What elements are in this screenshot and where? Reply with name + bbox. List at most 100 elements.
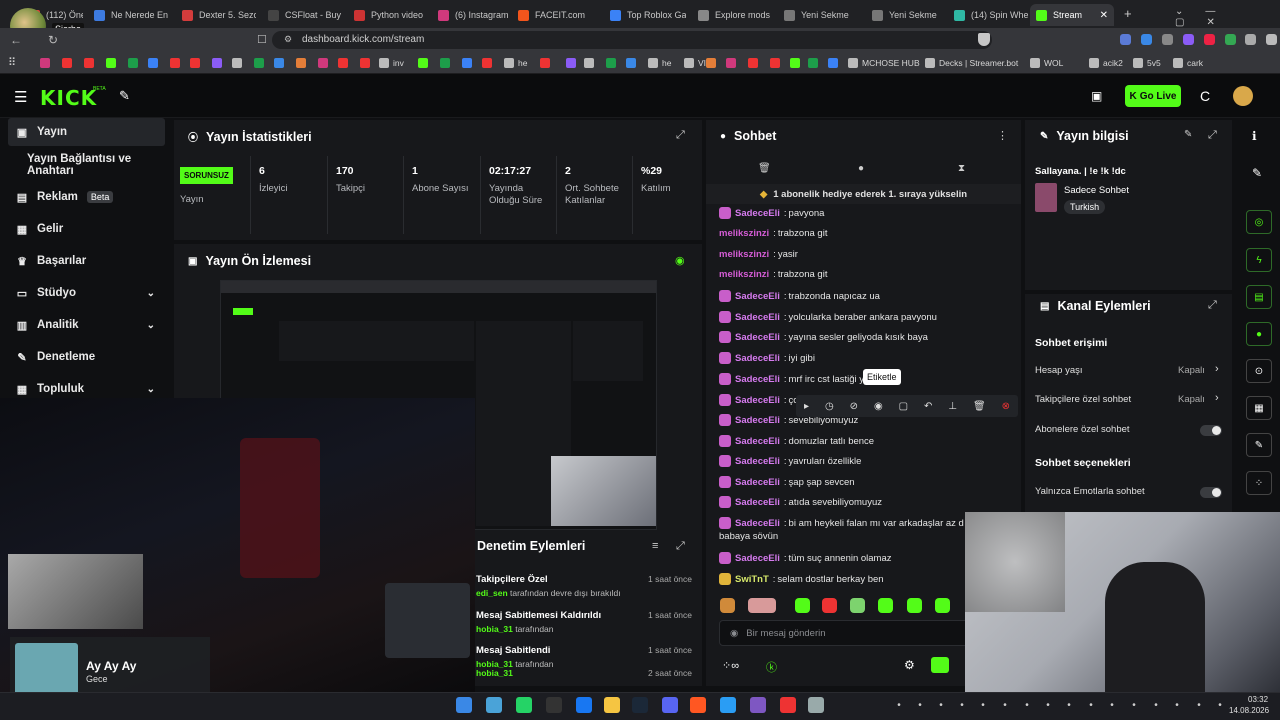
expand-icon[interactable]: ⤢ [676, 129, 685, 142]
go-live-button[interactable]: K Go Live [1125, 85, 1181, 107]
headset-tray-icon[interactable]: • [1063, 699, 1075, 711]
app-tray-icon[interactable]: • [1042, 699, 1054, 711]
bookmark-icon[interactable] [462, 58, 472, 68]
sidebar-item[interactable]: Yayın Bağlantısı ve Anahtarı [8, 151, 180, 179]
extension-icon[interactable] [1204, 34, 1215, 45]
bookmark-item[interactable]: acik2 [1089, 56, 1123, 70]
lightning-icon[interactable]: ϟ [1246, 248, 1272, 272]
network-tray-icon[interactable]: • [1128, 699, 1140, 711]
bookmark-icon[interactable] [706, 58, 716, 68]
chat-message[interactable]: SadeceEli: şap şap sevcen [719, 476, 855, 488]
chat-username[interactable]: SadeceEli [735, 456, 780, 467]
taskbar-app-icon[interactable] [576, 697, 592, 713]
bookmark-icon[interactable] [232, 58, 242, 68]
chat-option-row[interactable]: Yalnızca Emotlarla sohbet [1035, 486, 1145, 497]
taskbar-app-icon[interactable] [456, 697, 472, 713]
menu-icon[interactable]: ☰ [14, 88, 27, 106]
app-tray-icon[interactable]: • [1214, 699, 1226, 711]
browser-tab[interactable]: FACEIT.com [512, 4, 596, 26]
bookmark-icon[interactable] [440, 58, 450, 68]
chevron-right-icon[interactable]: › [1215, 363, 1219, 375]
sidebar-item[interactable]: ▤ Reklam Beta [8, 183, 165, 211]
trash-icon[interactable]: 🗑 [758, 163, 771, 174]
moderator-name[interactable]: hobia_31 [476, 624, 513, 634]
chat-username[interactable]: SwiTnT [735, 574, 769, 585]
close-tab-icon[interactable]: ✕ [1100, 10, 1108, 21]
extension-icon[interactable] [1266, 34, 1277, 45]
browser-tab[interactable]: Dexter 5. Sezo [176, 4, 256, 26]
bookmark-icon[interactable] [318, 58, 328, 68]
site-info-icon[interactable]: ⚙ [284, 34, 292, 45]
chat-username[interactable]: melikszinzi [719, 249, 769, 260]
emote-icon[interactable] [878, 598, 893, 613]
undo-icon[interactable]: ↶ [924, 401, 932, 412]
browser-tab[interactable]: Yeni Sekme [866, 4, 942, 26]
emote-icon[interactable] [795, 598, 810, 613]
pin-message-icon[interactable]: ⊥ [948, 401, 957, 412]
discord-tray-icon[interactable]: • [914, 699, 926, 711]
expand-info-icon[interactable]: ⤢ [1208, 129, 1217, 142]
extension-icon[interactable] [1183, 34, 1194, 45]
chat-username[interactable]: SadeceEli [735, 353, 780, 364]
network-icon[interactable]: ⁘ [1246, 471, 1272, 495]
chat-message[interactable]: SadeceEli: tüm suç annenin olamaz [719, 552, 892, 564]
taskbar-app-icon[interactable] [632, 697, 648, 713]
kick-coin-icon[interactable]: C [1200, 88, 1210, 104]
kick-send-icon[interactable] [931, 657, 949, 673]
sidebar-item[interactable]: ✎ Denetleme [8, 343, 165, 371]
chat-username[interactable]: melikszinzi [719, 269, 769, 280]
chat-username[interactable]: SadeceEli [735, 395, 780, 406]
chat-message[interactable]: SadeceEli: iyi gibi [719, 352, 815, 364]
bookmark-icon[interactable] [274, 58, 284, 68]
mention-icon[interactable]: ◉ [874, 401, 883, 412]
chat-message[interactable]: melikszinzi: yasir [719, 249, 798, 260]
app-tray-icon[interactable]: • [1021, 699, 1033, 711]
bookmark-icon[interactable] [566, 58, 576, 68]
points-icon[interactable]: ⁘∞ [722, 659, 739, 672]
user-avatar[interactable] [1233, 86, 1253, 106]
broadcast-icon[interactable]: ⊙ [1246, 359, 1272, 383]
sidebar-item[interactable]: ▥ Analitik ⌄ [8, 311, 165, 339]
chat-message[interactable]: SwiTnT: selam dostlar berkay ben [719, 573, 884, 585]
extension-icon[interactable] [1141, 34, 1152, 45]
bookmark-icon[interactable] [190, 58, 200, 68]
timeout-icon[interactable]: ◷ [825, 401, 834, 412]
bookmark-icon[interactable] [170, 58, 180, 68]
bookmark-item[interactable]: MCHOSE HUB [848, 56, 920, 70]
chat-username[interactable]: SadeceEli [735, 518, 780, 529]
bookmark-icon[interactable] [296, 58, 306, 68]
clip-icon[interactable]: ◎ [1246, 210, 1272, 234]
slash-icon[interactable]: ⊘ [850, 401, 858, 412]
sidebar-item[interactable]: ♛ Başarılar [8, 247, 165, 275]
bookmark-icon[interactable] [828, 58, 838, 68]
extension-icon[interactable] [1162, 34, 1173, 45]
taskbar-app-icon[interactable] [690, 697, 706, 713]
steam-tray-icon[interactable]: • [956, 699, 968, 711]
chat-username[interactable]: SadeceEli [735, 291, 780, 302]
taskbar-app-icon[interactable] [808, 697, 824, 713]
chat-bubble-icon[interactable]: ● [858, 163, 864, 174]
chat-message[interactable]: SadeceEli: bi am heykeli falan mı var ark… [719, 517, 964, 529]
kick-logo[interactable]: KICK [40, 86, 97, 110]
chat-message[interactable]: melikszinzi: trabzona git [719, 228, 827, 239]
browser-tab[interactable]: (6) Instagram [432, 4, 508, 26]
queue-icon[interactable]: ▤ [1246, 285, 1272, 309]
bookmark-item[interactable]: cark [1173, 56, 1203, 70]
chat-access-row[interactable]: Hesap yaşı [1035, 365, 1083, 376]
nvidia-tray-icon[interactable]: • [999, 699, 1011, 711]
taskbar-app-icon[interactable] [750, 697, 766, 713]
chat-message[interactable]: SadeceEli: domuzlar tatlı bence [719, 435, 874, 447]
volume-icon[interactable]: • [1150, 699, 1162, 711]
chat-username[interactable]: SadeceEli [735, 415, 780, 426]
moderator-name[interactable]: hobia_31 [476, 668, 513, 678]
chat-message[interactable]: SadeceEli: yayına sesler geliyoda kısık b… [719, 331, 928, 343]
bookmark-icon[interactable] [106, 58, 116, 68]
extension-icon[interactable] [1120, 34, 1131, 45]
bookmark-icon[interactable] [418, 58, 428, 68]
url-input[interactable]: dashboard.kick.com/stream [272, 31, 992, 49]
bookmark-star-icon[interactable]: ☐ [257, 33, 267, 46]
taskbar-app-icon[interactable] [604, 697, 620, 713]
new-tab-button[interactable]: + [1124, 6, 1132, 21]
emote-icon[interactable] [907, 598, 922, 613]
bookmark-icon[interactable] [84, 58, 94, 68]
